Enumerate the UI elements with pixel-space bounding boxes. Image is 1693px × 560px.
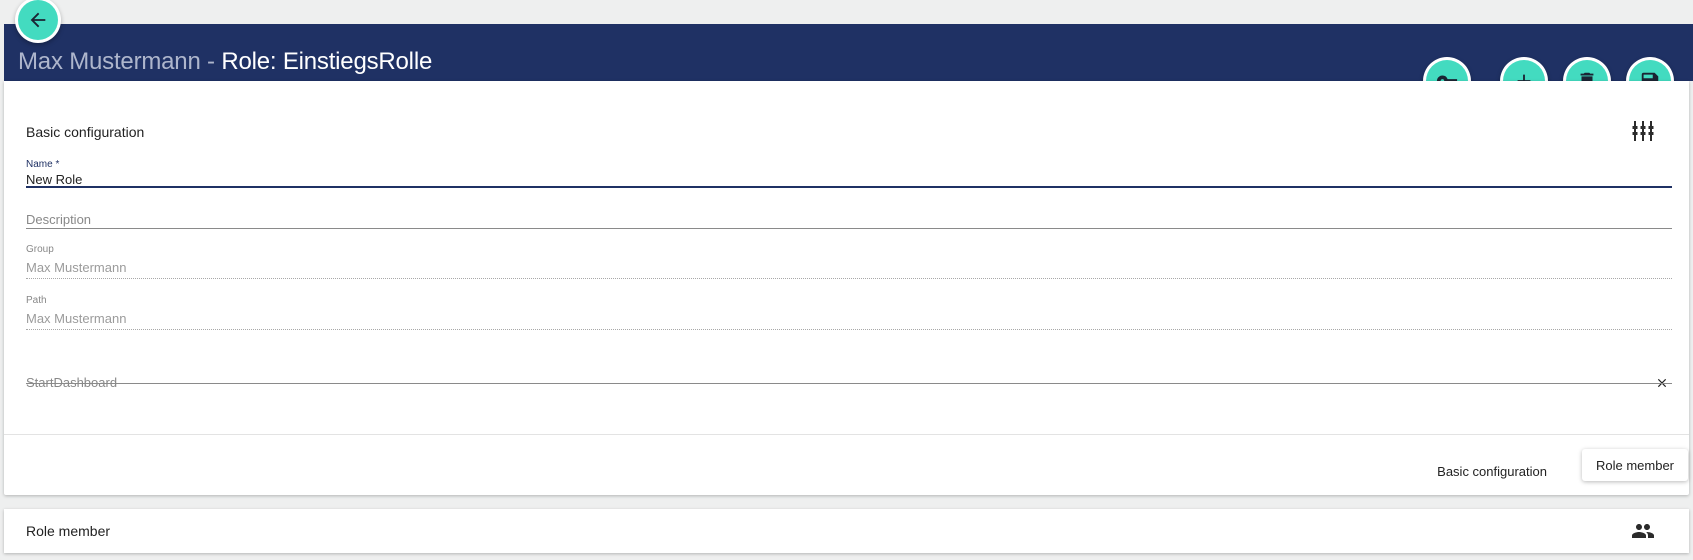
- name-label: Name *: [26, 159, 60, 170]
- role-member-card: Role member: [4, 509, 1689, 553]
- back-button[interactable]: [18, 0, 58, 40]
- path-value: Max Mustermann: [26, 311, 127, 326]
- start-dashboard-underline: [26, 383, 1672, 384]
- description-placeholder[interactable]: Description: [26, 212, 91, 227]
- path-underline: [26, 329, 1672, 330]
- title-role: Role: EinstiegsRolle: [221, 48, 433, 75]
- arrow-left-icon: [30, 12, 46, 28]
- basic-configuration-card: Basic configuration Name * New Role Desc…: [4, 81, 1689, 495]
- path-label: Path: [26, 295, 47, 306]
- name-field[interactable]: Name * New Role: [26, 159, 1672, 189]
- name-underline: [26, 186, 1672, 188]
- title-owner: Max Mustermann: [18, 48, 201, 75]
- name-value[interactable]: New Role: [26, 172, 82, 187]
- section-title: Basic configuration: [26, 124, 145, 140]
- tab-role-member[interactable]: Role member: [1582, 449, 1688, 481]
- card-divider: [4, 434, 1689, 435]
- group-label: Group: [26, 244, 54, 255]
- people-icon[interactable]: [1631, 519, 1655, 543]
- group-underline: [26, 278, 1672, 279]
- description-field[interactable]: Description: [26, 209, 1672, 239]
- tab-basic-configuration[interactable]: Basic configuration: [1427, 456, 1557, 487]
- role-member-title: Role member: [26, 523, 111, 539]
- group-field: Group Max Mustermann: [26, 244, 1672, 279]
- title-separator: -: [200, 48, 222, 75]
- path-field: Path Max Mustermann: [26, 295, 1672, 330]
- page-title: Max Mustermann - Role: EinstiegsRolle: [18, 48, 432, 76]
- tune-icon[interactable]: [1631, 119, 1655, 143]
- description-underline: [26, 228, 1672, 229]
- start-dashboard-field[interactable]: StartDashboard: [26, 375, 1672, 405]
- group-value: Max Mustermann: [26, 260, 127, 275]
